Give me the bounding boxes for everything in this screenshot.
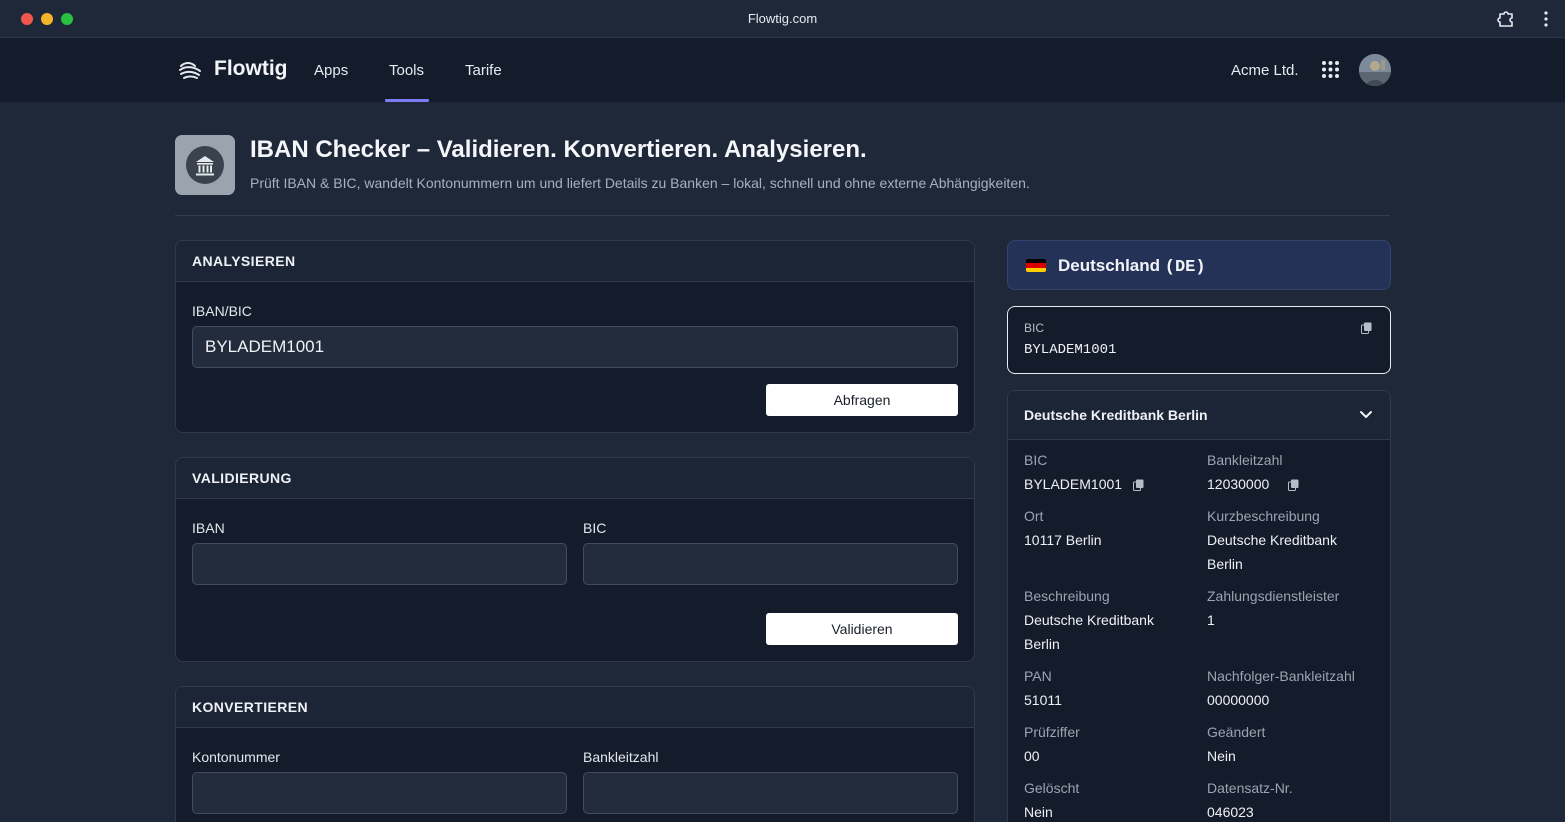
bic-result-card: BIC BYLADEM1001 bbox=[1007, 306, 1391, 374]
bank-pan-label: PAN bbox=[1024, 668, 1052, 684]
bank-ort-label: Ort bbox=[1024, 508, 1044, 524]
user-avatar[interactable] bbox=[1359, 54, 1391, 86]
bank-geloescht-value: Nein bbox=[1024, 804, 1053, 820]
nav-item-apps[interactable]: Apps bbox=[314, 62, 348, 79]
bank-nachfolger-label: Nachfolger-Bankleitzahl bbox=[1207, 668, 1355, 684]
bank-datensatz-label: Datensatz-Nr. bbox=[1207, 780, 1293, 796]
nav-item-tools[interactable]: Tools bbox=[389, 62, 424, 79]
iban-label: IBAN bbox=[192, 520, 225, 536]
bank-code-input[interactable] bbox=[583, 772, 958, 814]
bank-kurz-value: Deutsche Kreditbank Berlin bbox=[1207, 532, 1337, 572]
browser-title-bar: Flowtig.com bbox=[0, 0, 1565, 38]
convert-panel-heading: KONVERTIEREN bbox=[176, 687, 974, 728]
country-code: (DE) bbox=[1164, 258, 1206, 277]
copy-bic-icon[interactable] bbox=[1133, 479, 1144, 491]
bank-beschreibung-value: Deutsche Kreditbank Berlin bbox=[1024, 612, 1154, 652]
bank-geaendert-label: Geändert bbox=[1207, 724, 1266, 740]
page-subtitle: Prüft IBAN & BIC, wandelt Kontonummern u… bbox=[250, 175, 1030, 191]
bank-blz-label: Bankleitzahl bbox=[1207, 452, 1283, 468]
bank-bic-label: BIC bbox=[1024, 452, 1048, 468]
bank-blz-value: 12030000 bbox=[1207, 472, 1367, 496]
flowtig-logo-icon bbox=[179, 62, 201, 79]
bank-kurz-label: Kurzbeschreibung bbox=[1207, 508, 1320, 524]
analyze-panel: ANALYSIEREN IBAN/BIC Abfragen bbox=[175, 240, 975, 433]
more-menu-icon[interactable] bbox=[1539, 10, 1553, 28]
page-title: IBAN Checker – Validieren. Konvertieren.… bbox=[250, 136, 867, 163]
abfragen-button[interactable]: Abfragen bbox=[766, 384, 958, 416]
bank-bic-value: BYLADEM1001 bbox=[1024, 472, 1184, 496]
header-divider bbox=[175, 215, 1390, 216]
bic-card-value: BYLADEM1001 bbox=[1024, 342, 1117, 358]
iban-bic-input[interactable] bbox=[192, 326, 958, 368]
bank-zahlungsdienstleister-label: Zahlungsdienstleister bbox=[1207, 588, 1340, 604]
bank-geaendert-value: Nein bbox=[1207, 748, 1236, 764]
bank-ort-value: 10117 Berlin bbox=[1024, 532, 1102, 548]
validation-panel: VALIDIERUNG IBAN BIC Validieren bbox=[175, 457, 975, 662]
bank-pruefziffer-value: 00 bbox=[1024, 748, 1040, 764]
account-number-label: Kontonummer bbox=[192, 749, 280, 765]
extensions-icon[interactable] bbox=[1497, 10, 1515, 28]
window-title: Flowtig.com bbox=[747, 11, 818, 26]
iban-input[interactable] bbox=[192, 543, 567, 585]
bank-details-header[interactable]: Deutsche Kreditbank Berlin bbox=[1008, 391, 1390, 440]
brand-name[interactable]: Flowtig bbox=[214, 57, 287, 81]
bank-pruefziffer-label: Prüfziffer bbox=[1024, 724, 1080, 740]
bank-nachfolger-value: 00000000 bbox=[1207, 692, 1270, 708]
bank-zahlungsdienstleister-value: 1 bbox=[1207, 612, 1215, 628]
apps-grid-icon[interactable] bbox=[1321, 60, 1340, 79]
bic-input[interactable] bbox=[583, 543, 958, 585]
bank-code-label: Bankleitzahl bbox=[583, 749, 659, 765]
account-number-input[interactable] bbox=[192, 772, 567, 814]
germany-flag-icon bbox=[1026, 259, 1046, 272]
iban-bic-label: IBAN/BIC bbox=[192, 303, 252, 319]
bank-pan-value: 51011 bbox=[1024, 692, 1062, 708]
convert-panel: KONVERTIEREN Kontonummer Bankleitzahl bbox=[175, 686, 975, 822]
bic-label: BIC bbox=[583, 520, 607, 536]
country-label: Deutschland (DE) bbox=[1058, 256, 1206, 277]
validieren-button[interactable]: Validieren bbox=[766, 613, 958, 645]
analyze-panel-heading: ANALYSIEREN bbox=[176, 241, 974, 282]
country-name: Deutschland bbox=[1058, 256, 1161, 275]
bank-details-card: Deutsche Kreditbank Berlin BIC BYLADEM10… bbox=[1007, 390, 1391, 822]
company-name[interactable]: Acme Ltd. bbox=[1231, 62, 1299, 79]
bank-blz-text: 12030000 bbox=[1207, 476, 1270, 492]
copy-icon[interactable] bbox=[1361, 322, 1372, 334]
bank-datensatz-value: 046023 bbox=[1207, 804, 1254, 820]
top-navigation: Flowtig Apps Tools Tarife Acme Ltd. bbox=[0, 38, 1565, 102]
bank-bic-text: BYLADEM1001 bbox=[1024, 476, 1123, 492]
bank-beschreibung-label: Beschreibung bbox=[1024, 588, 1110, 604]
copy-blz-icon[interactable] bbox=[1288, 479, 1299, 491]
bank-tool-icon bbox=[175, 135, 235, 195]
validation-panel-heading: VALIDIERUNG bbox=[176, 458, 974, 499]
bic-card-label: BIC bbox=[1024, 321, 1045, 335]
nav-item-tarife[interactable]: Tarife bbox=[465, 62, 502, 79]
chevron-down-icon[interactable] bbox=[1359, 410, 1373, 420]
bank-name: Deutsche Kreditbank Berlin bbox=[1024, 407, 1208, 423]
bank-geloescht-label: Gelöscht bbox=[1024, 780, 1080, 796]
country-banner: Deutschland (DE) bbox=[1007, 240, 1391, 290]
active-nav-indicator bbox=[385, 99, 429, 102]
